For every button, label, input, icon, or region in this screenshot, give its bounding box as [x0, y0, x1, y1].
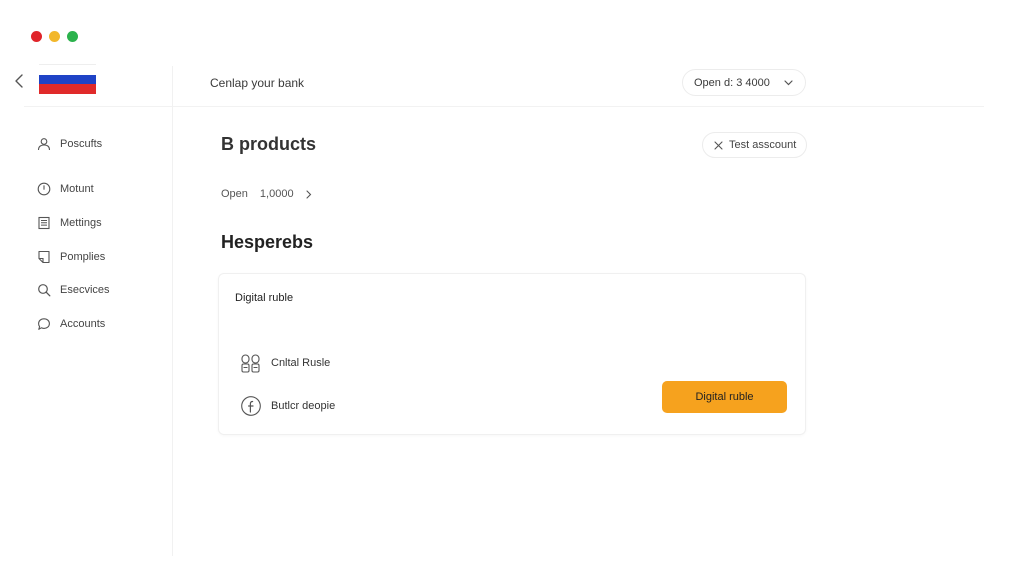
country-flag: [39, 64, 96, 94]
chevron-down-icon: [784, 79, 793, 85]
test-account-label: Test asscount: [729, 139, 797, 151]
chat-icon: [36, 317, 51, 332]
open-value: 1,0000: [259, 188, 294, 200]
account-select[interactable]: Open d: 3 4000: [682, 69, 806, 96]
sidebar-item-poscufts[interactable]: Poscufts: [36, 135, 102, 153]
digital-ruble-button[interactable]: Digital ruble: [662, 381, 787, 413]
sidebar-divider: [172, 66, 173, 556]
card-row-label: Butlcr deopie: [271, 400, 336, 412]
header-divider: [24, 106, 984, 107]
digital-ruble-card: Digital ruble Cnltal Rusle Butlcr deopie…: [218, 273, 806, 435]
search-icon: [36, 283, 51, 298]
sidebar-item-label: Esecvices: [60, 284, 110, 296]
sidebar-item-label: Pomplies: [60, 251, 106, 263]
topbar-title: Cenlap your bank: [210, 76, 305, 90]
bank-cards-icon: [240, 352, 262, 374]
card-row-butlcr-deopie[interactable]: Butlcr deopie: [240, 395, 335, 417]
card-row-cnltal-rusle[interactable]: Cnltal Rusle: [240, 352, 330, 374]
card-row-label: Cnltal Rusle: [271, 357, 331, 369]
sidebar-item-motunt[interactable]: Motunt: [36, 180, 94, 198]
user-icon: [36, 137, 51, 152]
open-label: Open: [221, 188, 248, 200]
sidebar-item-accounts[interactable]: Accounts: [36, 315, 105, 333]
sidebar-item-mettings[interactable]: Mettings: [36, 214, 102, 232]
close-icon: [714, 140, 723, 150]
clock-icon: [36, 182, 51, 197]
facebook-icon: [240, 395, 262, 417]
sidebar-item-label: Accounts: [60, 318, 106, 330]
close-window-button[interactable]: [31, 31, 42, 42]
chevron-left-icon: [15, 74, 23, 88]
maximize-window-button[interactable]: [67, 31, 78, 42]
card-title: Digital ruble: [235, 292, 294, 304]
sidebar-item-label: Poscufts: [60, 138, 103, 150]
minimize-window-button[interactable]: [49, 31, 60, 42]
open-balance-link[interactable]: Open 1,0000: [221, 188, 312, 200]
back-button[interactable]: [10, 70, 28, 92]
sidebar-item-label: Mettings: [60, 217, 102, 229]
section-heading: Hesperebs: [221, 232, 314, 252]
app-window: Cenlap your bank Open d: 3 4000 Poscufts…: [0, 0, 1024, 585]
window-controls: [31, 31, 78, 42]
sidebar-item-esecvices[interactable]: Esecvices: [36, 281, 110, 299]
sidebar-item-label: Motunt: [60, 183, 94, 195]
test-account-button[interactable]: Test asscount: [702, 132, 807, 158]
chevron-right-icon: [306, 189, 311, 199]
page-corner-icon: [36, 250, 51, 265]
document-icon: [36, 216, 51, 231]
account-select-value: Open d: 3 4000: [694, 76, 770, 89]
page-title: B products: [221, 134, 317, 154]
sidebar-item-pomplies[interactable]: Pomplies: [36, 248, 105, 266]
